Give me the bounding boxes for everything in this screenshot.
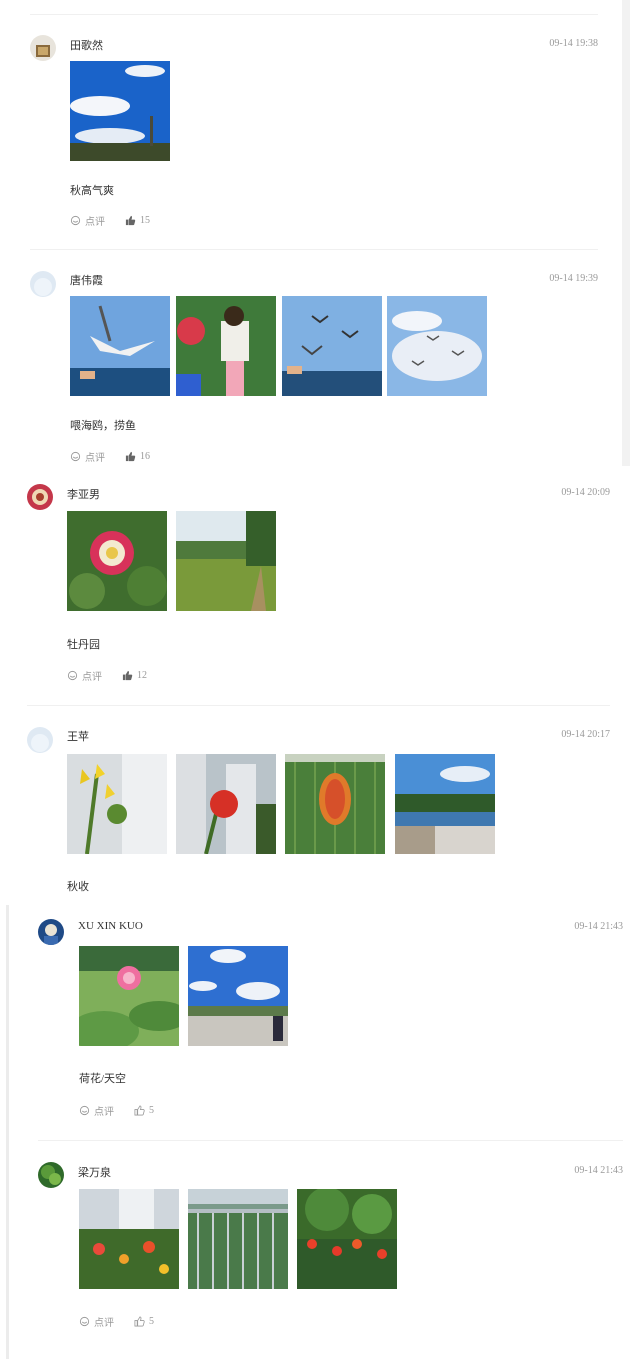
post-photo[interactable] <box>387 296 487 396</box>
avatar[interactable] <box>30 271 56 297</box>
comment-icon <box>67 670 78 681</box>
comment-label: 点评 <box>82 672 102 683</box>
comment-icon <box>79 1316 90 1327</box>
post-photo[interactable] <box>285 754 385 854</box>
thumbs-up-icon <box>122 670 133 681</box>
comment-label: 点评 <box>94 1107 114 1118</box>
divider <box>27 705 610 706</box>
like-count: 12 <box>137 670 147 681</box>
thumbs-up-icon <box>125 451 136 462</box>
like-button[interactable]: 5 <box>134 1105 154 1116</box>
post-photo[interactable] <box>282 296 382 396</box>
comment-label: 点评 <box>85 453 105 464</box>
author-name[interactable]: 李亚男 <box>67 486 100 502</box>
author-name[interactable]: 田歌然 <box>70 37 103 53</box>
post-actions: 点评 5 <box>79 1103 174 1118</box>
post-time: 09-14 19:38 <box>549 38 598 49</box>
post-actions: 点评 16 <box>70 449 170 464</box>
avatar[interactable] <box>27 484 53 510</box>
post-photo[interactable] <box>67 511 167 611</box>
like-button[interactable]: 12 <box>122 670 147 681</box>
post-time: 09-14 19:39 <box>549 273 598 284</box>
divider <box>38 1140 623 1141</box>
post-photo[interactable] <box>395 754 495 854</box>
post-photo[interactable] <box>176 511 276 611</box>
post-caption: 牡丹园 <box>67 639 100 651</box>
like-button[interactable]: 5 <box>134 1316 154 1327</box>
author-name[interactable]: XU XIN KUO <box>78 920 143 932</box>
post-caption: 秋高气爽 <box>70 185 114 197</box>
post-actions: 点评 5 <box>79 1314 174 1329</box>
comment-button[interactable]: 点评 <box>70 449 105 464</box>
post-photo[interactable] <box>297 1189 397 1289</box>
comment-button[interactable]: 点评 <box>79 1314 114 1329</box>
like-button[interactable]: 15 <box>125 215 150 226</box>
thumbs-up-icon <box>134 1105 145 1116</box>
comment-button[interactable]: 点评 <box>70 213 105 228</box>
post-time: 09-14 21:43 <box>574 921 623 932</box>
author-name[interactable]: 王苹 <box>67 728 89 744</box>
thumbs-up-icon <box>125 215 136 226</box>
like-count: 15 <box>140 215 150 226</box>
post-photo[interactable] <box>188 946 288 1046</box>
divider <box>30 249 598 250</box>
post-actions: 点评 15 <box>70 213 170 228</box>
like-count: 16 <box>140 451 150 462</box>
like-count: 5 <box>149 1105 154 1116</box>
comment-button[interactable]: 点评 <box>79 1103 114 1118</box>
avatar[interactable] <box>38 1162 64 1188</box>
comment-label: 点评 <box>85 217 105 228</box>
comment-icon <box>79 1105 90 1116</box>
like-count: 5 <box>149 1316 154 1327</box>
like-button[interactable]: 16 <box>125 451 150 462</box>
author-name[interactable]: 唐伟霞 <box>70 272 103 288</box>
post-photo[interactable] <box>79 946 179 1046</box>
side-edge <box>6 905 9 1359</box>
post-photo[interactable] <box>79 1189 179 1289</box>
comment-icon <box>70 215 81 226</box>
comment-button[interactable]: 点评 <box>67 668 102 683</box>
avatar[interactable] <box>38 919 64 945</box>
divider <box>30 14 598 15</box>
post-caption: 喂海鸥，捞鱼 <box>70 420 136 432</box>
post-time: 09-14 20:09 <box>561 487 610 498</box>
post-time: 09-14 20:17 <box>561 729 610 740</box>
avatar[interactable] <box>30 35 56 61</box>
comment-label: 点评 <box>94 1318 114 1329</box>
post-caption: 秋收 <box>67 881 89 893</box>
scrollbar-track[interactable] <box>622 0 630 466</box>
post-photo[interactable] <box>176 296 276 396</box>
post-photo[interactable] <box>70 296 170 396</box>
comment-icon <box>70 451 81 462</box>
post-photo[interactable] <box>188 1189 288 1289</box>
post-photo[interactable] <box>67 754 167 854</box>
post-time: 09-14 21:43 <box>574 1165 623 1176</box>
post-photo[interactable] <box>176 754 276 854</box>
thumbs-up-icon <box>134 1316 145 1327</box>
post-caption: 荷花/天空 <box>79 1073 127 1085</box>
post-photo[interactable] <box>70 61 170 161</box>
author-name[interactable]: 梁万泉 <box>78 1164 111 1180</box>
avatar[interactable] <box>27 727 53 753</box>
post-actions: 点评 12 <box>67 668 167 683</box>
